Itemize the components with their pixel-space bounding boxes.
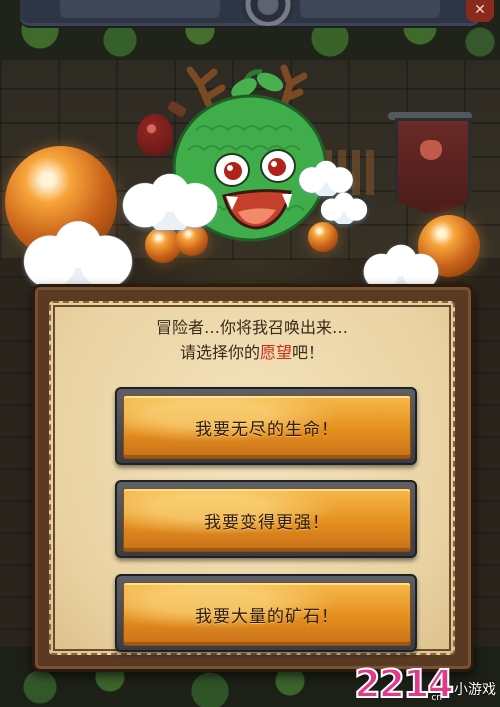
wish-endless-life-button[interactable]: 我要无尽的生命！ <box>115 387 417 465</box>
left-wall <box>0 260 36 660</box>
right-eye-glint <box>271 161 277 167</box>
prompt-line-2-start: 请选择你的 <box>179 343 260 362</box>
watermark-site: 小游戏 <box>454 682 496 698</box>
watermark-domain: cn <box>431 693 442 703</box>
cloud-puff <box>120 168 220 230</box>
prompt-highlight-wish: 愿望 <box>259 343 292 362</box>
prompt-line-2: 请选择你的愿望吧！ <box>51 340 453 365</box>
dialog-prompt: 冒险者…你将我召唤出来… 请选择你的愿望吧！ <box>51 315 453 365</box>
wish-stronger-label: 我要变得更强！ <box>204 512 330 533</box>
button-face: 我要变得更强！ <box>123 488 411 552</box>
site-watermark: 2214 小游戏 <box>353 664 496 704</box>
wish-endless-life-label: 我要无尽的生命！ <box>195 419 339 440</box>
left-pupil <box>224 162 242 180</box>
game-scene: ✕ 冒险者…你将我召唤出来… 请选择你的愿望吧！ 我要无尽的生命！ 我要变得更强… <box>0 0 500 707</box>
button-face: 我要无尽的生命！ <box>123 395 411 459</box>
prompt-line-1: 冒险者…你将我召唤出来… <box>155 318 348 337</box>
cloud-puff <box>320 188 368 224</box>
wish-ore-button[interactable]: 我要大量的矿石！ <box>115 574 417 652</box>
prompt-line-2-end: 吧！ <box>292 343 325 362</box>
right-pupil <box>268 158 286 176</box>
wish-dialog: 冒险者…你将我召唤出来… 请选择你的愿望吧！ 我要无尽的生命！ 我要变得更强！ … <box>32 284 474 672</box>
wish-stronger-button[interactable]: 我要变得更强！ <box>115 480 417 558</box>
button-face: 我要大量的矿石！ <box>123 582 411 646</box>
wish-ore-label: 我要大量的矿石！ <box>195 606 339 627</box>
dialog-parchment: 冒险者…你将我召唤出来… 请选择你的愿望吧！ 我要无尽的生命！ 我要变得更强！ … <box>49 301 455 655</box>
left-eye-glint <box>227 165 233 171</box>
